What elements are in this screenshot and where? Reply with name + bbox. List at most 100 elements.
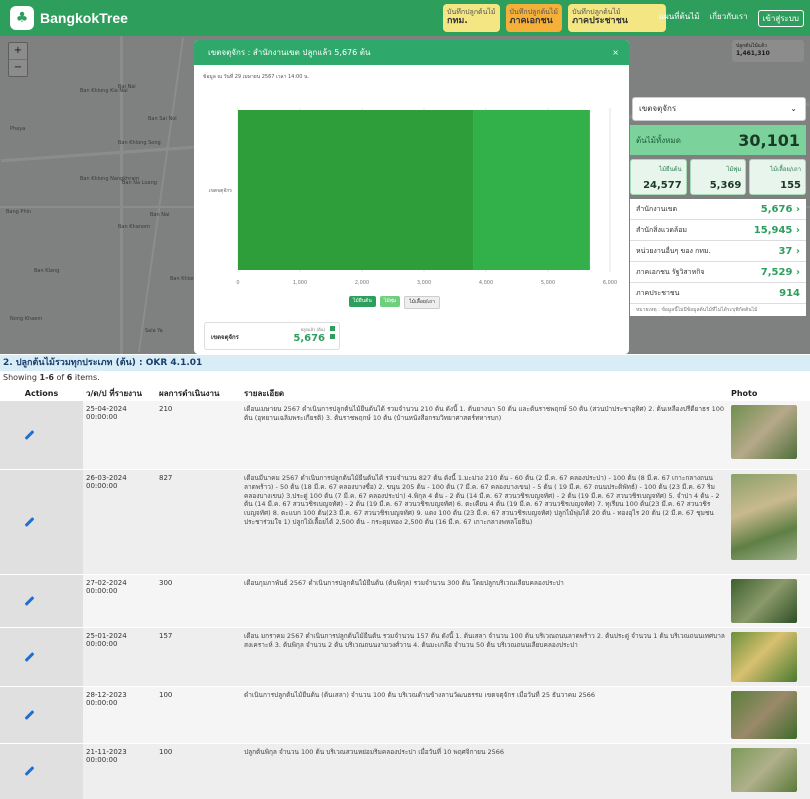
modal-mini-card: เขตจตุจักร ปลูกแล้ว (ต้น) 5,676 [204,322,340,350]
date-cell: 26-03-2024 00:00:00 [83,469,156,575]
detail-cell: ดำเนินการปลูกต้นไม้ยืนต้น (ต้นเสลา) จำนว… [241,686,728,744]
photo-cell [728,686,810,744]
bar-segment [238,110,474,270]
brand[interactable]: ♣ BangkokTree [10,6,128,30]
actions-cell [0,574,83,628]
mini-value: 5,676 [293,333,325,344]
x-tick-label: 3,000 [417,280,431,286]
agency-label: หน่วยงานอื่นๆ ของ กทม. [636,246,711,255]
result-cell: 300 [156,574,241,628]
actions-cell [0,469,83,575]
summary-range: 1-6 [39,373,54,382]
mini-caption: ปลูกแล้ว (ต้น) [300,327,325,332]
mini-swatch [330,326,335,331]
edit-pencil-icon[interactable] [24,596,35,606]
agency-value: 15,945 › [753,224,800,236]
edit-pencil-icon[interactable] [24,710,35,720]
section-title: 2. ปลูกต้นไม้รวมทุกประเภท (ต้น) : OKR 4.… [0,355,810,371]
edit-pencil-icon[interactable] [24,430,35,440]
x-tick-label: 6,000 [603,280,617,286]
district-select[interactable]: เขตจตุจักร ⌄ [632,97,806,121]
x-tick-label: 4,000 [479,280,493,286]
agency-label: สำนักงานเขต [636,204,678,213]
stats-bar: บันทึกปลูกต้นไม้ กทม. บันทึกปลูกต้นไม้ ภ… [443,4,667,32]
modal-updated: ข้อมูล ณ วันที่ 29 เมษายน 2567 เวลา 14:0… [203,74,310,80]
stat-private[interactable]: บันทึกปลูกต้นไม้ ภาคเอกชน [505,4,563,32]
table-row: 25-01-2024 00:00:00 157 เดือน มกราคม 256… [0,627,810,687]
edit-pencil-icon[interactable] [24,517,35,527]
stat-public[interactable]: บันทึกปลูกต้นไม้ ภาคประชาชน [568,4,667,32]
agency-label: ภาคประชาชน [636,288,680,297]
table-row: 27-02-2024 00:00:00 300 เดือนกุมภาพันธ์ … [0,574,810,628]
agency-label: สำนักสิ่งแวดล้อม [636,225,688,234]
date-cell: 25-04-2024 00:00:00 [83,400,156,470]
planting-photo[interactable] [731,748,797,792]
col-date[interactable]: ว/ด/ป ที่รายงาน [83,386,156,401]
legend-item-perennial[interactable]: ไม้ยืนต้น [349,296,376,307]
agency-row[interactable]: หน่วยงานอื่นๆ ของ กทม. 37 › [630,241,806,262]
type-label: ไม้ยืนต้น [659,166,682,173]
date-cell: 21-11-2023 00:00:00 [83,743,156,799]
col-photo: Photo [731,388,758,398]
stat-bma[interactable]: บันทึกปลูกต้นไม้ กทม. [443,4,500,32]
mini-swatch [330,334,335,339]
side-note: หมายเหตุ : ข้อมูลนี้ไม่มีข้อมูลต้นไม้ที่… [630,304,806,316]
actions-cell [0,686,83,744]
planting-photo[interactable] [731,691,797,739]
summary-suffix: items. [72,373,100,382]
detail-cell: เดือนเมษายน 2567 ดำเนินการปลูกต้นไม้ยืนต… [241,400,728,470]
table-summary: Showing 1-6 of 6 items. [3,373,100,382]
planting-photo[interactable] [731,405,797,459]
stat-value: ภาคประชาชน [572,15,628,26]
total-trees-label: ต้นไม้ทั้งหมด [636,135,681,145]
report-table: Actions ว/ด/ป ที่รายงาน ผลการดำเนินงาน ร… [0,386,810,799]
type-value: 24,577 [643,180,682,191]
table-row: 25-04-2024 00:00:00 210 เดือนเมษายน 2567… [0,400,810,470]
result-cell: 210 [156,400,241,470]
detail-cell: เดือน มกราคม 2567 ดำเนินการปลูกต้นไม้ยืน… [241,627,728,687]
x-tick-label: 1,000 [293,280,307,286]
planting-photo[interactable] [731,632,797,682]
nav-link-map[interactable]: แผนที่ต้นไม้ [659,10,700,27]
modal-header: เขตจตุจักร : สำนักงานเขต ปลูกแล้ว 5,676 … [194,40,629,65]
planting-photo[interactable] [731,579,797,623]
stat-value: ภาคเอกชน [509,15,553,26]
result-cell: 100 [156,686,241,744]
planting-bar-chart: 0 1,000 2,000 3,000 4,000 5,000 6,000 เขตจตุจัก… [209,108,617,286]
photo-cell [728,627,810,687]
table-header: Actions ว/ด/ป ที่รายงาน ผลการดำเนินงาน ร… [0,386,810,401]
col-detail[interactable]: รายละเอียด [241,386,728,401]
result-cell: 100 [156,743,241,799]
edit-pencil-icon[interactable] [24,652,35,662]
legend-item-vine[interactable]: ไม้เลื้อย/เถา [404,296,440,309]
agency-value: 5,676 › [760,203,800,215]
date-cell: 27-02-2024 00:00:00 [83,574,156,628]
photo-cell [728,574,810,628]
legend-item-shrub[interactable]: ไม้พุ่ม [379,296,401,307]
close-icon[interactable]: × [612,48,619,57]
summary-mid: of [53,373,67,382]
agency-row[interactable]: สำนักงานเขต 5,676 › [630,199,806,220]
summary-prefix: Showing [3,373,40,382]
type-label: ไม้พุ่ม [726,166,742,173]
stat-value: กทม. [447,15,468,26]
login-button[interactable]: เข้าสู่ระบบ [757,10,804,27]
nav-link-about[interactable]: เกี่ยวกับเรา [709,10,747,27]
brand-name: BangkokTree [40,10,128,26]
agency-row[interactable]: ภาคประชาชน 914 [630,283,806,304]
type-value: 155 [780,180,802,191]
side-panel: เขตจตุจักร ⌄ ต้นไม้ทั้งหมด 30,101 ไม้ยืน… [630,95,810,316]
planting-photo[interactable] [731,474,797,560]
y-category-label: เขตจตุจักร [209,188,233,194]
type-label: ไม้เลื้อย/เถา [770,166,802,173]
tree-logo-icon: ♣ [10,6,34,30]
actions-cell [0,627,83,687]
col-result[interactable]: ผลการดำเนินงาน [156,386,241,401]
chevron-down-icon: ⌄ [790,104,797,113]
total-trees-card: ต้นไม้ทั้งหมด 30,101 [630,125,806,155]
agency-row[interactable]: สำนักสิ่งแวดล้อม 15,945 › [630,220,806,241]
agency-row[interactable]: ภาคเอกชน รัฐวิสาหกิจ 7,529 › [630,262,806,283]
photo-cell [728,743,810,799]
detail-cell: เดือนมีนาคม 2567 ดำเนินการปลูกต้นไม้ยืนต… [241,469,728,575]
edit-pencil-icon[interactable] [24,766,35,777]
